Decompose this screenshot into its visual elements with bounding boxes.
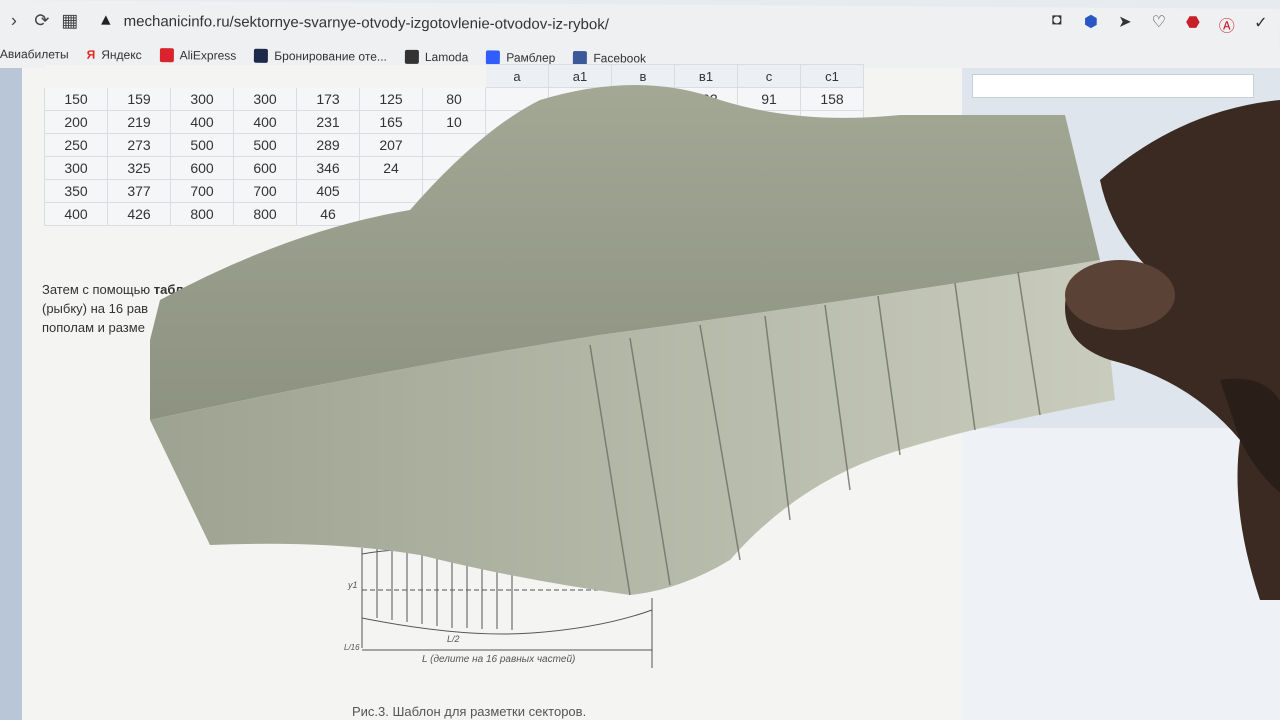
table-header: с1 <box>800 64 864 88</box>
rambler-icon <box>486 50 501 65</box>
chevron-right-icon[interactable]: › <box>0 6 28 34</box>
yandex-icon: Я <box>86 47 96 62</box>
bookmark-aliexpress[interactable]: AliExpress <box>159 48 236 63</box>
table-header: а1 <box>548 64 612 88</box>
table-row: 150 159 300 300 173 125 80 102 91 158 <box>44 87 864 111</box>
table-row: 250 273 500 500 289 207 <box>44 133 864 157</box>
label-y1: у1 <box>347 580 358 590</box>
bookmark-lamoda[interactable]: Lamoda <box>404 49 468 64</box>
article-paragraph: Затем с помощью табл (рыбку) на 16 рав п… <box>42 282 184 335</box>
profile-icon[interactable]: Ⓐ <box>1216 12 1238 36</box>
template-drawing: у1 L/2 L/16 L (делите на 16 равных часте… <box>344 543 653 668</box>
url-text: mechanicinfo.ru/sektornye-svarnye-otvody… <box>123 12 609 33</box>
shield-blue-icon[interactable]: ⬢ <box>1080 12 1102 36</box>
send-icon[interactable]: ➤ <box>1114 12 1136 36</box>
figure-caption: Рис.3. Шаблон для разметки секторов. <box>352 704 587 719</box>
label-l: L (делите на 16 равных частей) <box>422 654 575 665</box>
table-row: 400 426 800 800 46 <box>44 202 864 226</box>
aliexpress-icon <box>159 48 174 63</box>
table-header: а <box>485 64 549 88</box>
warning-icon: ▲ <box>97 11 114 29</box>
table-header: с <box>737 64 801 88</box>
address-bar[interactable]: ▲ mechanicinfo.ru/sektornye-svarnye-otvo… <box>98 12 609 34</box>
lamoda-icon <box>404 49 419 64</box>
booking-icon <box>254 48 269 63</box>
bookmark-booking[interactable]: Бронирование оте... <box>254 48 387 64</box>
left-strip <box>0 68 22 720</box>
table-row: 200 219 400 400 231 165 10 <box>44 110 864 134</box>
label-l-over-16: L/16 <box>344 643 360 652</box>
hand-photo <box>1065 100 1280 600</box>
shield-red-icon[interactable]: ⬣ <box>1182 12 1204 36</box>
label-l-over-2: L/2 <box>447 634 460 644</box>
facebook-icon <box>573 51 588 66</box>
table-row: 300 325 600 600 346 24 <box>44 156 864 180</box>
table-row: 350 377 700 700 405 <box>44 179 864 203</box>
table-header-row: а а1 в в1 с с1 <box>44 64 864 88</box>
grid-icon[interactable]: ▦ <box>56 6 84 34</box>
reload-icon[interactable]: ⟳ <box>28 6 56 34</box>
article-content: а а1 в в1 с с1 150 159 300 300 173 125 8… <box>22 64 962 720</box>
dimensions-table: а а1 в в1 с с1 150 159 300 300 173 125 8… <box>44 64 864 226</box>
check-icon[interactable]: ✓ <box>1250 13 1272 37</box>
table-header: в <box>611 64 675 88</box>
bookmark-rambler[interactable]: Рамблер <box>486 50 555 65</box>
bookmark-aviabilety[interactable]: Авиабилеты <box>0 47 69 61</box>
heart-icon[interactable]: ♡ <box>1148 12 1170 36</box>
bookmark-yandex[interactable]: Я Яндекс <box>87 48 142 62</box>
extension-icons: ◘ ⬢ ➤ ♡ ⬣ Ⓐ ✓ <box>1046 11 1272 37</box>
camera-icon[interactable]: ◘ <box>1046 11 1068 35</box>
table-header: в1 <box>674 64 738 88</box>
